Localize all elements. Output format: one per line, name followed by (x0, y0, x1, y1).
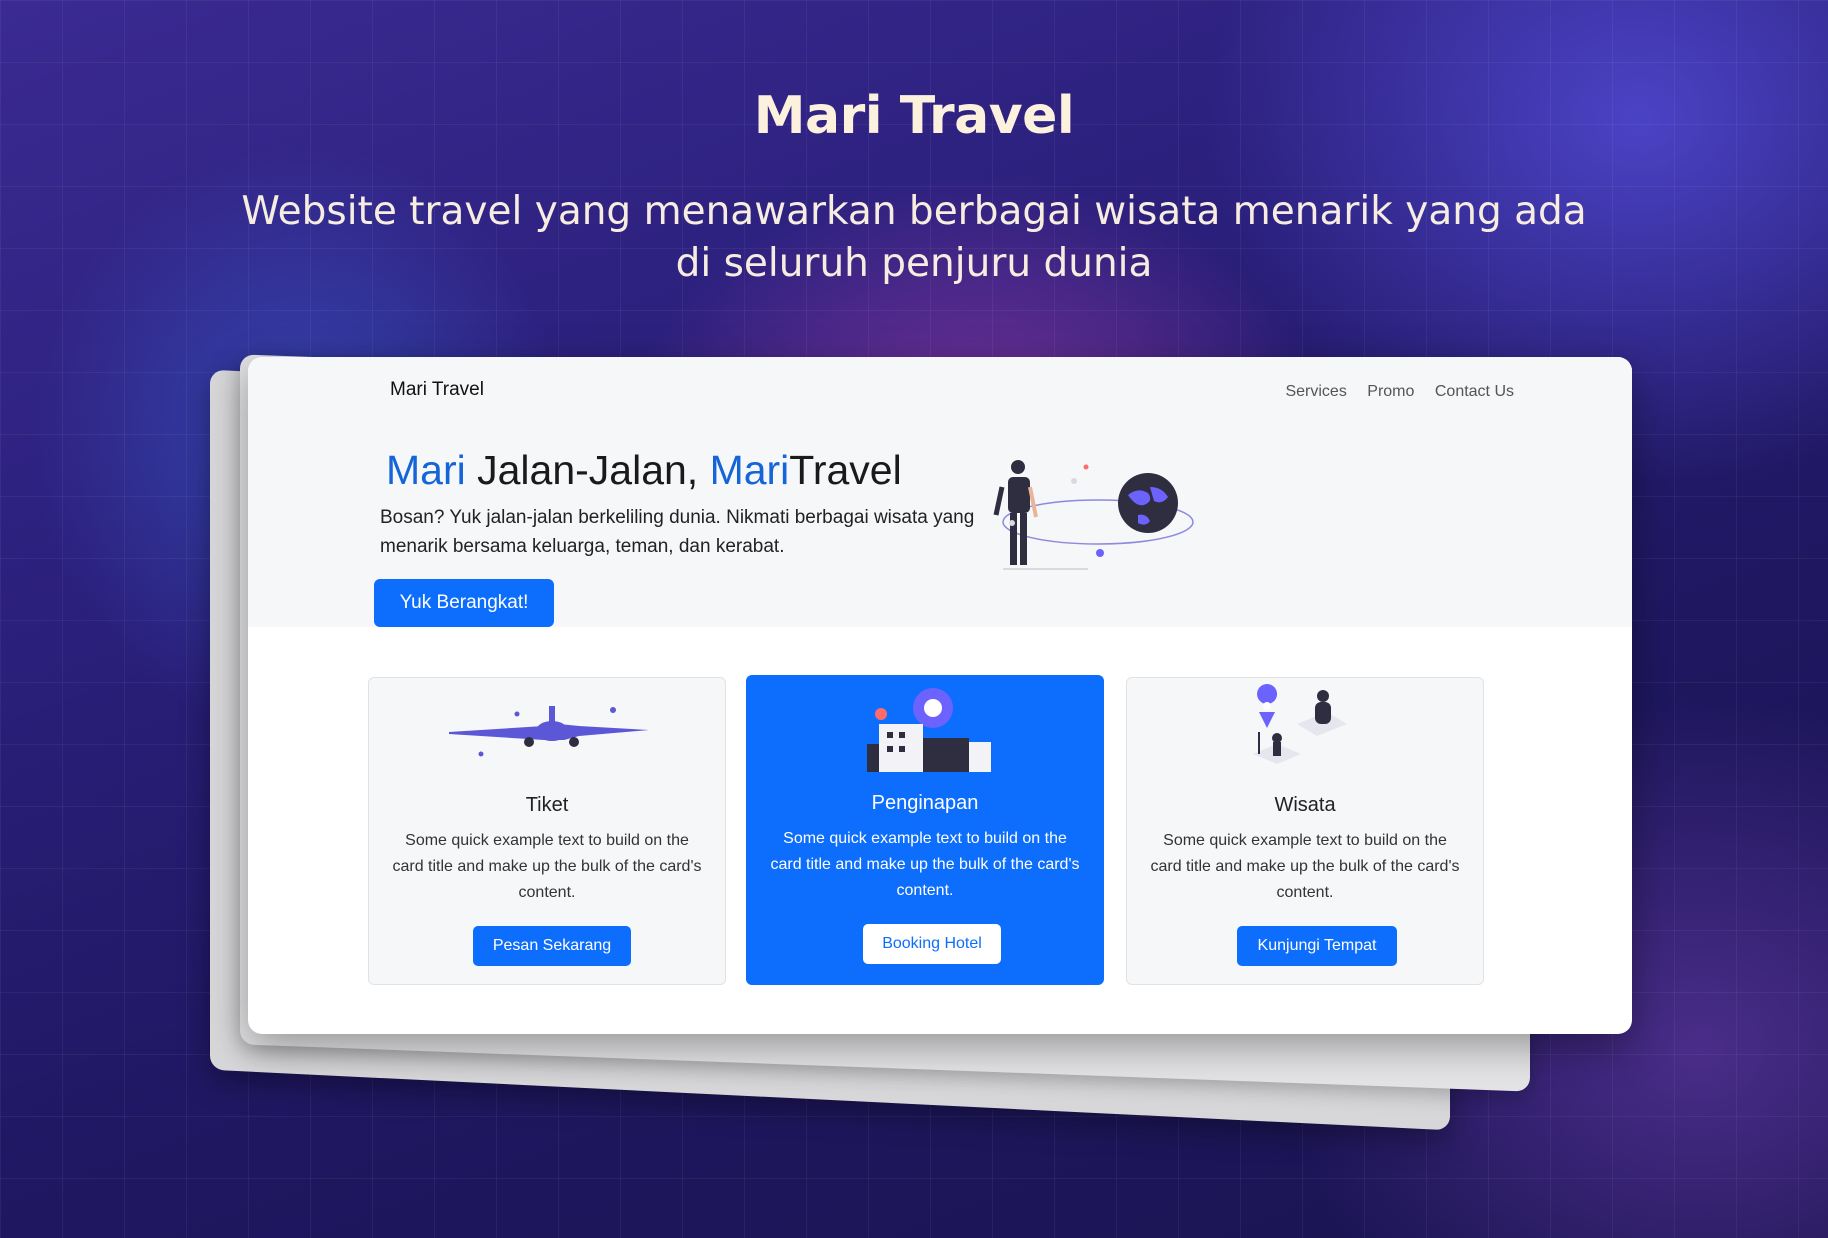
booking-hotel-button[interactable]: Booking Hotel (863, 924, 1001, 964)
hero-subtitle-line2: di seluruh penjuru dunia (675, 241, 1153, 286)
airplane-icon (449, 706, 649, 757)
traveler-globe-illustration (993, 460, 1194, 570)
headline-mari-1: Mari (386, 447, 466, 493)
navbar-brand[interactable]: Mari Travel (390, 379, 484, 401)
nav-contact-us[interactable]: Contact Us (1435, 383, 1514, 400)
hero-subtitle-line1: Website travel yang menawarkan berbagai … (241, 189, 1587, 234)
card-title-wisata: Wisata (1274, 794, 1336, 816)
card-text-tiket: Some quick example text to build on the … (392, 832, 702, 901)
nav-promo[interactable]: Promo (1367, 383, 1414, 400)
pesan-sekarang-button[interactable]: Pesan Sekarang (473, 926, 631, 966)
navbar-links: Services Promo Contact Us (1269, 383, 1514, 401)
headline-mari-2: Mari (709, 447, 790, 493)
card-text-penginapan: Some quick example text to build on the … (770, 830, 1080, 899)
hotel-icon (867, 688, 991, 772)
card-title-penginapan: Penginapan (871, 792, 979, 814)
hero-subtitle: Website travel yang menawarkan berbagai … (0, 186, 1828, 290)
hero-lead-text: Bosan? Yuk jalan-jalan berkeliling dunia… (380, 507, 975, 557)
card-tiket: Tiket Some quick example text to build o… (368, 677, 726, 985)
card-text-wisata: Some quick example text to build on the … (1150, 832, 1460, 901)
kunjungi-tempat-button[interactable]: Kunjungi Tempat (1237, 926, 1397, 966)
cta-button[interactable]: Yuk Berangkat! (374, 579, 554, 627)
card-penginapan: Penginapan Some quick example text to bu… (746, 675, 1104, 985)
map-pin-icon (1253, 684, 1347, 764)
headline-travel: Travel (789, 447, 902, 493)
page-headline: Mari Jalan-Jalan, MariTravel (386, 447, 902, 494)
headline-jalan: Jalan-Jalan, (465, 447, 710, 493)
hero-title: Mari Travel (753, 86, 1075, 146)
card-wisata: Wisata Some quick example text to build … (1126, 677, 1484, 985)
nav-services[interactable]: Services (1285, 383, 1346, 400)
website-preview: Mari Travel Services Promo Contact Us Ma… (248, 357, 1632, 1034)
card-title-tiket: Tiket (525, 794, 569, 816)
